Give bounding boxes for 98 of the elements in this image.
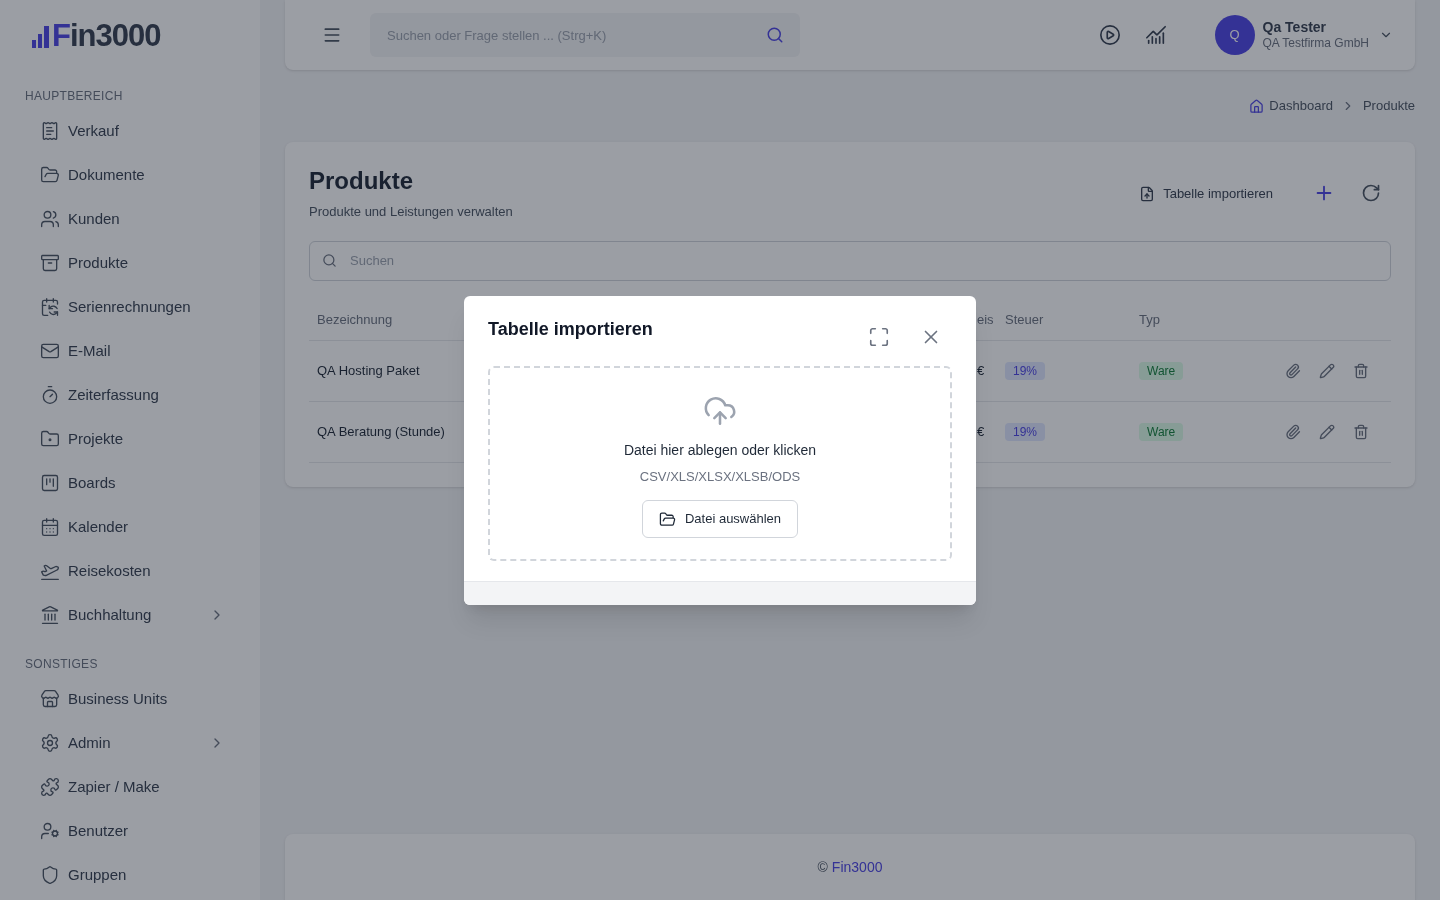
sidebar-item-label: Buchhaltung: [68, 604, 153, 625]
sidebar-item-label: Dokumente: [68, 164, 146, 185]
file-formats: CSV/XLS/XLSX/XLSB/ODS: [639, 467, 801, 486]
sidebar-item[interactable]: Admin: [0, 721, 260, 765]
sidebar-item-label: Serienrechnungen: [68, 296, 192, 317]
sidebar-item[interactable]: Gruppen: [0, 853, 260, 897]
logo-bars-icon: [32, 26, 50, 48]
choose-file-button[interactable]: Datei auswählen: [641, 500, 799, 538]
paperclip-icon[interactable]: [1285, 362, 1301, 379]
sidebar-item[interactable]: Kunden: [0, 197, 260, 241]
sidebar-item-label: Admin: [68, 732, 112, 753]
sidebar-item-icon: [40, 733, 60, 753]
sidebar-item[interactable]: Zeiterfassung: [0, 373, 260, 417]
sidebar-item-icon: [40, 209, 60, 229]
drop-zone[interactable]: Datei hier ablegen oder klicken CSV/XLS/XLSX/XLSB/ODS Datei auswählen: [488, 365, 952, 561]
delete-icon[interactable]: [1353, 423, 1369, 440]
sidebar-item[interactable]: Dokumente: [0, 153, 260, 197]
menu-icon[interactable]: [322, 25, 342, 45]
column-header: Steuer: [1005, 312, 1044, 328]
sidebar-item-label: Zeiterfassung: [68, 384, 160, 405]
section-heading: SONSTIGES: [24, 656, 99, 673]
sidebar-item[interactable]: Produkte: [0, 241, 260, 285]
column-header: Bezeichnung: [317, 312, 393, 328]
sidebar-item-icon: [40, 605, 60, 625]
user-name: Qa Tester: [1262, 18, 1328, 37]
sidebar-item-icon: [40, 689, 60, 709]
sidebar-item-icon: [40, 165, 60, 185]
import-button[interactable]: Tabelle importieren: [1133, 184, 1279, 204]
sidebar-item-icon: [40, 253, 60, 273]
sidebar-item-icon: [40, 121, 60, 141]
sidebar-item-icon: [40, 473, 60, 493]
sidebar-item[interactable]: Buchhaltung: [0, 593, 260, 637]
sidebar-item-icon: [40, 821, 60, 841]
sidebar-item-label: Benutzer: [68, 820, 130, 841]
sidebar-item-label: Reisekosten: [68, 560, 152, 581]
play-icon[interactable]: [1098, 24, 1121, 46]
sidebar-item-label: Projekte: [68, 428, 125, 449]
sidebar-item-label: Business Units: [68, 688, 169, 709]
page-title: Produkte: [309, 166, 414, 196]
home-icon[interactable]: [1249, 98, 1265, 114]
edit-icon[interactable]: [1319, 423, 1335, 440]
sidebar-item-label: Zapier / Make: [68, 776, 161, 797]
product-name: QA Beratung (Stunde): [317, 423, 445, 439]
sidebar-item-label: Produkte: [68, 252, 130, 273]
sidebar-item-icon: [40, 517, 60, 537]
search-icon: [322, 252, 337, 268]
section-heading: HAUPTBEREICH: [24, 88, 124, 105]
column-header: Typ: [1139, 312, 1160, 328]
sidebar-item-icon: [40, 865, 60, 885]
type-tag: Ware: [1139, 422, 1184, 441]
sidebar-item-icon: [40, 297, 60, 317]
sidebar-item[interactable]: Business Units: [0, 677, 260, 721]
refresh-icon[interactable]: [1361, 183, 1381, 203]
sidebar-item-label: E-Mail: [68, 340, 112, 361]
table-search-field[interactable]: Suchen: [309, 240, 1391, 281]
file-upload-icon: [1139, 185, 1156, 202]
folder-icon: [658, 510, 676, 528]
sidebar-item-label: Verkauf: [68, 120, 120, 141]
sidebar-item[interactable]: Zapier / Make: [0, 765, 260, 809]
edit-icon[interactable]: [1319, 362, 1335, 379]
page-subtitle: Produkte und Leistungen verwalten: [309, 203, 514, 221]
footer-link[interactable]: Fin3000: [831, 856, 883, 878]
tax-tag: 19%: [1005, 361, 1046, 380]
price-cell-text: €: [977, 422, 986, 441]
sidebar-item[interactable]: Boards: [0, 461, 260, 505]
sidebar-item[interactable]: Projekte: [0, 417, 260, 461]
logo[interactable]: Fin3000: [52, 20, 161, 51]
breadcrumb-item[interactable]: Dashboard: [1269, 96, 1333, 116]
sidebar-item-icon: [40, 385, 60, 405]
drop-instruction: Datei hier ablegen oder klicken: [623, 440, 817, 460]
tax-tag: 19%: [1005, 422, 1046, 441]
company-name: QA Testfirma GmbH: [1262, 36, 1369, 52]
type-tag: Ware: [1139, 361, 1184, 380]
avatar[interactable]: Q: [1214, 15, 1255, 55]
delete-icon[interactable]: [1353, 362, 1369, 379]
sidebar-item[interactable]: Kalender: [0, 505, 260, 549]
chart-icon[interactable]: [1144, 24, 1167, 46]
paperclip-icon[interactable]: [1285, 423, 1301, 440]
sidebar-item-icon: [40, 341, 60, 361]
sidebar-item[interactable]: Benutzer: [0, 809, 260, 853]
product-name: QA Hosting Paket: [317, 362, 420, 378]
sidebar-item-icon: [40, 777, 60, 797]
sidebar-item[interactable]: Reisekosten: [0, 549, 260, 593]
dialog-title: Tabelle importieren: [488, 317, 654, 341]
breadcrumb-item: Produkte: [1362, 97, 1415, 116]
sidebar-item-icon: [40, 429, 60, 449]
sidebar-item-label: Boards: [68, 472, 117, 493]
sidebar-item[interactable]: Verkauf: [0, 109, 260, 153]
column-header: eis: [977, 312, 994, 328]
sidebar-item-label: Kunden: [68, 208, 121, 229]
search-icon[interactable]: [766, 26, 784, 44]
fullscreen-icon[interactable]: [868, 325, 890, 348]
sidebar-item[interactable]: E-Mail: [0, 329, 260, 373]
sidebar-item-label: Kalender: [68, 516, 130, 537]
sidebar-item-label: Gruppen: [68, 864, 128, 885]
sidebar-item[interactable]: Serienrechnungen: [0, 285, 260, 329]
price-cell-text: €: [977, 361, 986, 380]
copyright-sign: ©: [817, 857, 828, 877]
